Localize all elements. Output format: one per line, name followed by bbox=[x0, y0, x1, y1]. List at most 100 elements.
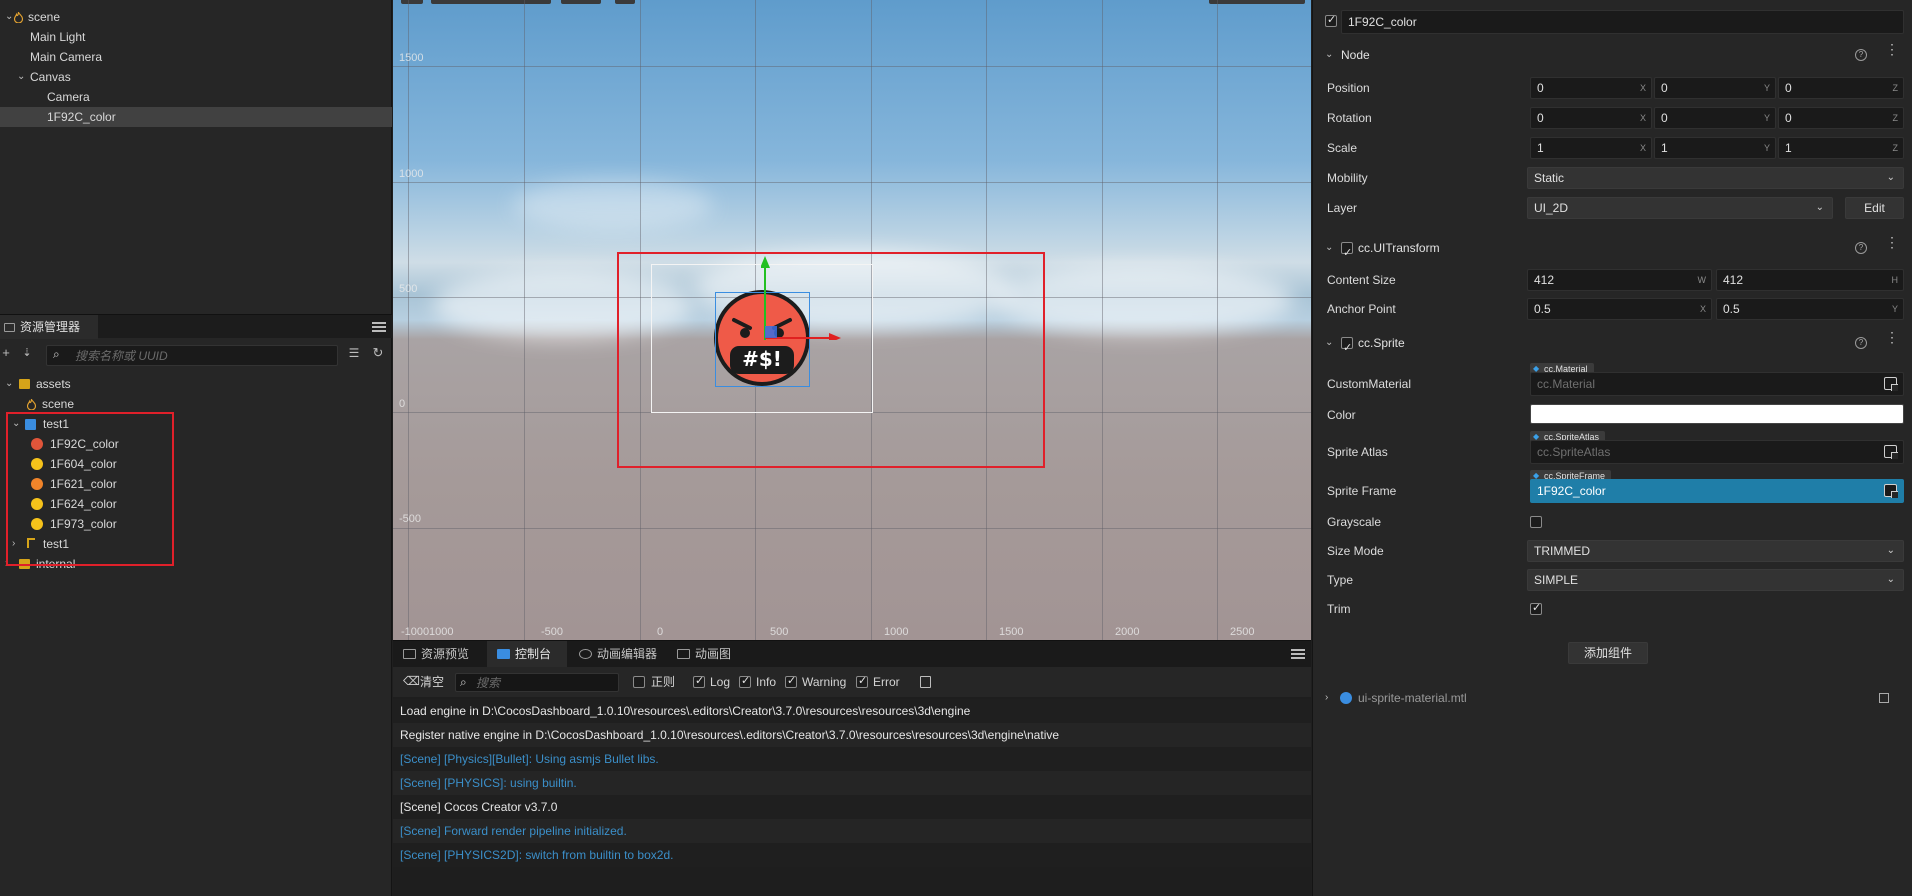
hierarchy-item-camera[interactable]: Camera bbox=[0, 87, 392, 107]
tab-assets[interactable]: 资源管理器 bbox=[0, 315, 98, 339]
anchor-x-input[interactable]: 0.5 X bbox=[1527, 298, 1712, 320]
help-icon[interactable]: ? bbox=[1855, 337, 1867, 349]
add-icon[interactable]: + bbox=[0, 343, 12, 363]
hierarchy-item-main-light[interactable]: Main Light bbox=[0, 27, 392, 47]
section-ui-transform[interactable]: ⌄ cc.UITransform ? ⋮ bbox=[1313, 235, 1912, 266]
chevron-down-icon[interactable]: ⌄ bbox=[5, 7, 13, 27]
position-y-value: 0 bbox=[1661, 81, 1668, 95]
chevron-right-icon[interactable]: › bbox=[5, 554, 8, 574]
error-checkbox[interactable] bbox=[856, 674, 868, 688]
scale-x-input[interactable]: 1X bbox=[1530, 137, 1652, 159]
brush-icon[interactable]: ⌫ bbox=[403, 674, 420, 688]
layer-select[interactable]: UI_2D ⌄ bbox=[1527, 197, 1833, 219]
asset-item-test1-file[interactable]: › test1 bbox=[0, 534, 392, 554]
hierarchy-item-main-camera[interactable]: Main Camera bbox=[0, 47, 392, 67]
rotation-x-input[interactable]: 0X bbox=[1530, 107, 1652, 129]
chevron-down-icon[interactable]: ⌄ bbox=[5, 374, 13, 394]
info-checkbox[interactable] bbox=[739, 674, 751, 688]
asset-item-assets[interactable]: ⌄ assets bbox=[0, 374, 392, 394]
asset-item-1f624-color[interactable]: 1F624_color bbox=[0, 494, 392, 514]
custom-material-field[interactable]: cc.Material bbox=[1530, 372, 1904, 396]
chevron-down-icon: ⌄ bbox=[1815, 202, 1824, 213]
move-gizmo[interactable] bbox=[761, 254, 843, 340]
rotation-x-value: 0 bbox=[1537, 111, 1544, 125]
tab-animation-editor[interactable]: 动画编辑器 bbox=[569, 641, 665, 667]
scale-y-input[interactable]: 1Y bbox=[1654, 137, 1776, 159]
layer-edit-button[interactable]: Edit bbox=[1845, 197, 1904, 219]
asset-search-input[interactable] bbox=[75, 346, 333, 365]
tab-asset-preview[interactable]: 资源预览 bbox=[393, 641, 485, 667]
more-icon[interactable]: ⋮ bbox=[1885, 235, 1899, 249]
asset-item-1f92c-color[interactable]: 1F92C_color bbox=[0, 434, 392, 454]
grayscale-checkbox[interactable] bbox=[1530, 516, 1542, 528]
sprite-frame-field[interactable]: 1F92C_color bbox=[1530, 479, 1904, 503]
position-z-input[interactable]: 0Z bbox=[1778, 77, 1904, 99]
mobility-select[interactable]: Static ⌄ bbox=[1527, 167, 1904, 189]
more-icon[interactable]: ⋮ bbox=[1885, 330, 1899, 344]
copy-icon[interactable] bbox=[1879, 693, 1889, 703]
warning-checkbox[interactable] bbox=[785, 674, 797, 688]
clear-button[interactable]: 清空 bbox=[420, 667, 444, 697]
mobility-label: Mobility bbox=[1327, 171, 1368, 185]
chevron-right-icon[interactable]: › bbox=[12, 534, 15, 554]
toolbar-chip[interactable] bbox=[561, 0, 601, 4]
menu-icon[interactable] bbox=[372, 322, 386, 332]
axis-label: -500 bbox=[541, 626, 564, 638]
refresh-icon[interactable]: ↻ bbox=[370, 343, 386, 363]
file-icon[interactable] bbox=[920, 676, 931, 688]
toolbar-chip[interactable] bbox=[431, 0, 551, 4]
position-y-input[interactable]: 0Y bbox=[1654, 77, 1776, 99]
toolbar-chip[interactable] bbox=[1209, 0, 1305, 4]
tab-console[interactable]: 控制台 bbox=[487, 641, 567, 667]
content-height-input[interactable]: 412 H bbox=[1716, 269, 1904, 291]
list-view-icon[interactable]: ☰ bbox=[346, 343, 362, 363]
ui-transform-enabled-checkbox[interactable] bbox=[1341, 240, 1353, 266]
trim-checkbox[interactable] bbox=[1530, 601, 1542, 615]
console-search-input[interactable] bbox=[476, 674, 616, 691]
position-x-input[interactable]: 0X bbox=[1530, 77, 1652, 99]
sprite-enabled-checkbox[interactable] bbox=[1341, 335, 1353, 361]
node-active-checkbox[interactable] bbox=[1325, 13, 1337, 27]
chevron-down-icon[interactable]: ⌄ bbox=[12, 414, 20, 434]
color-swatch[interactable] bbox=[1530, 404, 1904, 424]
scene-view[interactable]: 1500 1000 500 0 -500 -1000 1000 -500 0 5… bbox=[393, 0, 1311, 640]
help-icon[interactable]: ? bbox=[1855, 49, 1867, 61]
anchor-y-input[interactable]: 0.5 Y bbox=[1716, 298, 1904, 320]
asset-pick-icon[interactable] bbox=[1884, 484, 1898, 498]
node-name-input[interactable]: 1F92C_color bbox=[1341, 10, 1904, 34]
asset-item-internal[interactable]: › internal bbox=[0, 554, 392, 574]
asset-item-scene[interactable]: scene bbox=[0, 394, 392, 414]
add-component-button[interactable]: 添加组件 bbox=[1568, 642, 1648, 664]
sprite-atlas-field[interactable]: cc.SpriteAtlas bbox=[1530, 440, 1904, 464]
asset-item-1f621-color[interactable]: 1F621_color bbox=[0, 474, 392, 494]
log-checkbox[interactable] bbox=[693, 674, 705, 688]
toolbar-chip[interactable] bbox=[401, 0, 423, 4]
more-icon[interactable]: ⋮ bbox=[1885, 42, 1899, 56]
asset-item-test1-atlas[interactable]: ⌄ test1 bbox=[0, 414, 392, 434]
toolbar-chip[interactable] bbox=[615, 0, 635, 4]
help-icon[interactable]: ? bbox=[1855, 242, 1867, 254]
chevron-down-icon[interactable]: ⌄ bbox=[17, 67, 25, 87]
tab-animation-graph[interactable]: 动画图 bbox=[667, 641, 747, 667]
menu-icon[interactable] bbox=[1291, 649, 1305, 659]
hierarchy-item-1f92c-color[interactable]: 1F92C_color bbox=[0, 107, 392, 127]
section-node[interactable]: ⌄ Node ? ⋮ bbox=[1313, 42, 1912, 68]
asset-pick-icon[interactable] bbox=[1884, 377, 1898, 391]
rotation-y-input[interactable]: 0Y bbox=[1654, 107, 1776, 129]
scale-z-input[interactable]: 1Z bbox=[1778, 137, 1904, 159]
type-select[interactable]: SIMPLE ⌄ bbox=[1527, 569, 1904, 591]
size-mode-select[interactable]: TRIMMED ⌄ bbox=[1527, 540, 1904, 562]
sort-icon[interactable]: ⇣ bbox=[20, 343, 34, 363]
asset-pick-icon[interactable] bbox=[1884, 445, 1898, 459]
asset-item-1f604-color[interactable]: 1F604_color bbox=[0, 454, 392, 474]
content-width-input[interactable]: 412 W bbox=[1527, 269, 1712, 291]
asset-item-1f973-color[interactable]: 1F973_color bbox=[0, 514, 392, 534]
regex-checkbox[interactable] bbox=[633, 676, 645, 688]
rotation-z-input[interactable]: 0Z bbox=[1778, 107, 1904, 129]
section-material[interactable]: › ui-sprite-material.mtl bbox=[1313, 685, 1912, 711]
section-sprite[interactable]: ⌄ cc.Sprite ? ⋮ bbox=[1313, 330, 1912, 361]
console-tabs: 资源预览 控制台 动画编辑器 动画图 bbox=[393, 641, 1311, 667]
hierarchy-item-canvas[interactable]: ⌄ Canvas bbox=[0, 67, 392, 87]
hierarchy-item-label: Camera bbox=[47, 90, 90, 104]
hierarchy-item-scene[interactable]: ⌄ scene bbox=[0, 7, 392, 27]
